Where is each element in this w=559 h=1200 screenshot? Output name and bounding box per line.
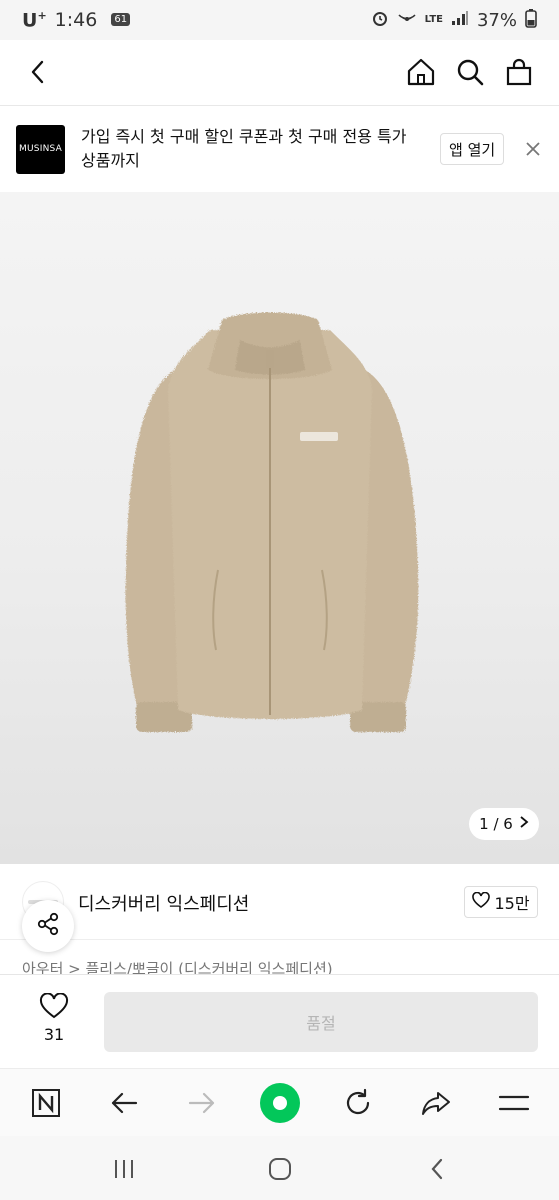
back-nav-icon[interactable] [422, 1154, 452, 1184]
back-icon[interactable] [20, 54, 56, 90]
cart-icon[interactable] [501, 54, 537, 90]
promo-message: 가입 즉시 첫 구매 할인 쿠폰과 첫 구매 전용 특가 상품까지 [81, 127, 407, 170]
product-image [125, 312, 419, 732]
search-icon[interactable] [452, 54, 488, 90]
app-promo-banner: MUSINSA 가입 즉시 첫 구매 할인 쿠폰과 첫 구매 전용 특가 상품까… [0, 106, 559, 192]
musinsa-logo: MUSINSA [16, 124, 65, 174]
carrier-label: U+ [22, 8, 47, 32]
network-type: LTE [424, 14, 443, 25]
open-app-button[interactable]: 앱 열기 [440, 133, 505, 165]
wishlist-button[interactable]: 31 [22, 992, 86, 1044]
heart-icon [39, 992, 69, 1023]
battery-icon [525, 8, 537, 33]
brand-like-count: 15만 [494, 894, 530, 913]
close-icon[interactable] [524, 140, 542, 158]
heart-icon [472, 891, 491, 912]
brand-row[interactable]: 디스커버리 익스페디션 15만 [0, 864, 559, 940]
chevron-right-icon [519, 815, 529, 833]
browser-share-icon[interactable] [418, 1085, 454, 1121]
naver-green-dot-icon[interactable] [258, 1081, 302, 1125]
wishlist-count: 31 [43, 1025, 65, 1044]
browser-forward-icon[interactable] [184, 1085, 220, 1121]
alarm-icon [371, 9, 389, 32]
naver-home-icon[interactable] [28, 1085, 64, 1121]
app-header [0, 40, 559, 106]
category-breadcrumb[interactable]: 아우터 > 플리스/뽀글이 (디스커버리 익스페디션) [22, 958, 333, 974]
pager-text: 1 / 6 [479, 815, 513, 833]
share-button[interactable] [22, 900, 74, 952]
clock: 1:46 [54, 8, 98, 31]
browser-toolbar [0, 1068, 559, 1136]
soldout-button[interactable]: 품절 [104, 992, 538, 1052]
hotspot-icon [397, 9, 417, 32]
browser-back-icon[interactable] [106, 1085, 142, 1121]
refresh-icon[interactable] [340, 1085, 376, 1121]
signal-icon [451, 10, 469, 31]
home-nav-icon[interactable] [265, 1154, 295, 1184]
home-icon[interactable] [403, 54, 439, 90]
recent-apps-icon[interactable] [109, 1154, 139, 1184]
status-bar: U+ 1:46 61 LTE 37% [0, 0, 559, 40]
notification-badge: 61 [111, 13, 131, 27]
battery-level: 37% [476, 9, 517, 31]
image-pager[interactable]: 1 / 6 [469, 808, 539, 840]
brand-name[interactable]: 디스커버리 익스페디션 [78, 890, 249, 916]
system-nav-bar [0, 1136, 559, 1200]
brand-like-button[interactable]: 15만 [464, 886, 538, 918]
product-image-gallery[interactable]: 1 / 6 [0, 192, 559, 864]
menu-icon[interactable] [496, 1085, 532, 1121]
share-icon [35, 911, 61, 941]
purchase-bar: 31 품절 [0, 974, 559, 1068]
